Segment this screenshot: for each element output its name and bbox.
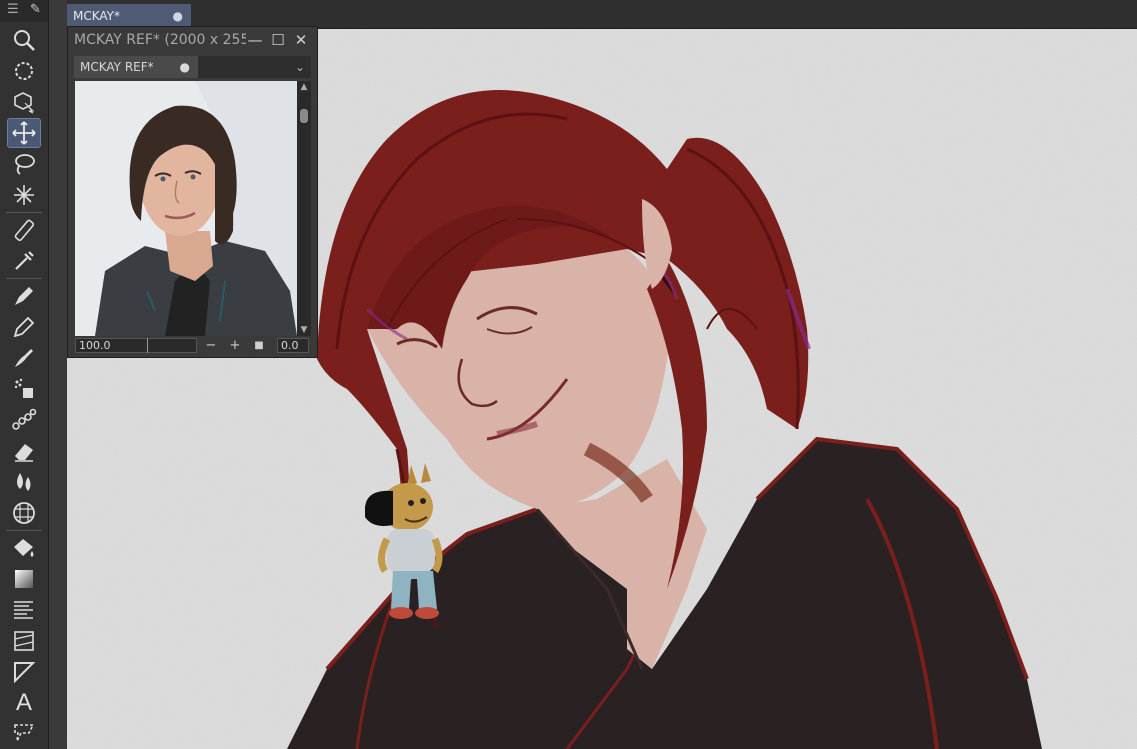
document-tab-strip: MCKAY* ●	[67, 0, 1137, 29]
chevron-down-icon[interactable]: ⌄	[291, 56, 309, 78]
reference-window[interactable]: MCKAY REF* (2000 x 255 — ☐ ✕ MCKAY REF* …	[67, 26, 318, 358]
maximize-button[interactable]: ☐	[269, 31, 287, 49]
ruler-tool-icon[interactable]	[8, 216, 40, 244]
reference-tab[interactable]: MCKAY REF* ●	[74, 56, 198, 78]
reference-window-title: MCKAY REF* (2000 x 255	[74, 32, 246, 48]
scroll-up-icon[interactable]: ▲	[297, 81, 311, 93]
document-tab[interactable]: MCKAY* ●	[67, 4, 191, 28]
reference-photo	[75, 81, 297, 336]
reference-tab-dot[interactable]: ●	[180, 56, 190, 78]
blend-tool-icon[interactable]	[8, 468, 40, 496]
fill-tool-icon[interactable]	[8, 534, 40, 562]
reset-view-button[interactable]: ■	[251, 337, 267, 355]
tool-palette-header: ☰ ✎	[0, 0, 48, 22]
tool-palette: ☰ ✎ A	[0, 0, 49, 749]
object-tool-icon[interactable]	[8, 88, 40, 116]
text-tool-glyph: A	[15, 689, 32, 716]
frame-tool-icon[interactable]	[8, 499, 40, 527]
text-tool-icon[interactable]: A	[8, 689, 40, 717]
decoration-tool-icon[interactable]	[8, 406, 40, 434]
brush-tool-icon[interactable]	[8, 344, 40, 372]
reference-footer: 100.0 − + ■ 0.0	[75, 337, 311, 355]
document-modified-dot[interactable]: ●	[173, 4, 183, 28]
reference-tab-label: MCKAY REF*	[80, 60, 154, 74]
lasso-tool-icon[interactable]	[8, 150, 40, 178]
scroll-down-icon[interactable]: ▼	[297, 324, 311, 336]
auto-select-tool-icon[interactable]	[8, 181, 40, 209]
rotate-tool-icon[interactable]	[8, 57, 40, 85]
airbrush-tool-icon[interactable]	[8, 375, 40, 403]
pen-tool-icon[interactable]	[8, 282, 40, 310]
document-tab-label: MCKAY*	[73, 9, 120, 23]
gradient-tool-icon[interactable]	[8, 565, 40, 593]
reference-scrollbar[interactable]: ▲ ▼	[297, 81, 311, 336]
zoom-slider-handle[interactable]	[147, 338, 148, 353]
figure-tool-icon[interactable]	[8, 627, 40, 655]
brush-corner-icon[interactable]: ✎	[30, 2, 41, 17]
move-tool-icon[interactable]	[7, 118, 41, 148]
balloon-tool-icon[interactable]	[8, 718, 40, 746]
eyedropper-tool-icon[interactable]	[8, 247, 40, 275]
scroll-thumb[interactable]	[300, 109, 308, 123]
ruler-line-tool-icon[interactable]	[8, 658, 40, 686]
minimize-button[interactable]: —	[246, 31, 264, 49]
zoom-field[interactable]: 100.0	[75, 338, 197, 353]
eraser-tool-icon[interactable]	[8, 437, 40, 465]
zoom-tool-icon[interactable]	[8, 26, 40, 54]
zoom-out-button[interactable]: −	[203, 337, 219, 355]
toolbar-gutter	[49, 0, 67, 749]
close-button[interactable]: ✕	[292, 31, 310, 49]
rotation-field[interactable]: 0.0	[277, 338, 309, 353]
menu-icon[interactable]: ☰	[7, 2, 19, 17]
pencil-tool-icon[interactable]	[8, 313, 40, 341]
effect-line-tool-icon[interactable]	[8, 596, 40, 624]
zoom-in-button[interactable]: +	[227, 337, 243, 355]
